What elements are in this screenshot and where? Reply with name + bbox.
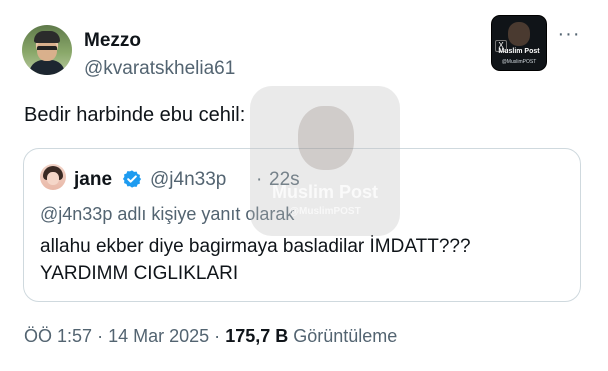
watermark-subtitle: @MuslimPOST [289,206,361,217]
post-meta: ÖÖ 1:57 · 14 Mar 2025 · 175,7 B Görüntül… [24,326,397,347]
author-handle[interactable]: @kvaratskhelia61 [84,58,235,80]
quoted-avatar[interactable] [40,164,66,190]
watermark: Muslim Post @MuslimPOST [250,86,400,236]
avatar-cap [34,31,60,43]
post-text: Bedir harbinde ebu cehil: [24,104,246,126]
meta-separator: · [214,326,221,346]
author-avatar[interactable] [22,25,72,75]
post-time[interactable]: ÖÖ 1:57 [24,326,92,346]
badge-title: Muslim Post [498,48,540,55]
quoted-text-line1: allahu ekber diye bagirmaya basladilar İ… [40,236,471,257]
verified-badge-icon [122,170,142,188]
badge-subtitle: @MuslimPOST [501,59,537,65]
badge-face [508,22,530,46]
views-count[interactable]: 175,7 B [225,326,288,346]
views-label: Görüntüleme [293,326,398,346]
quoted-text-line2: YARDIMM CIGLIKLARI [40,263,239,284]
avatar-body [29,60,65,75]
watermark-face [298,106,354,170]
avatar-glasses [37,46,57,55]
quoted-author-handle[interactable]: @j4n33p [150,169,226,191]
post-date[interactable]: 14 Mar 2025 [108,326,209,346]
more-options-icon[interactable]: ··· [556,24,582,48]
author-name[interactable]: Mezzo [84,30,141,52]
meta-separator: · [97,326,104,346]
quoted-avatar-face [47,172,59,185]
tweet-card: Mezzo @kvaratskhelia61 X Muslim Post @Mu… [0,0,608,371]
quoted-author-name[interactable]: jane [74,169,112,191]
watermark-title: Muslim Post [271,182,378,202]
muslim-post-badge: X Muslim Post @MuslimPOST [492,16,546,70]
